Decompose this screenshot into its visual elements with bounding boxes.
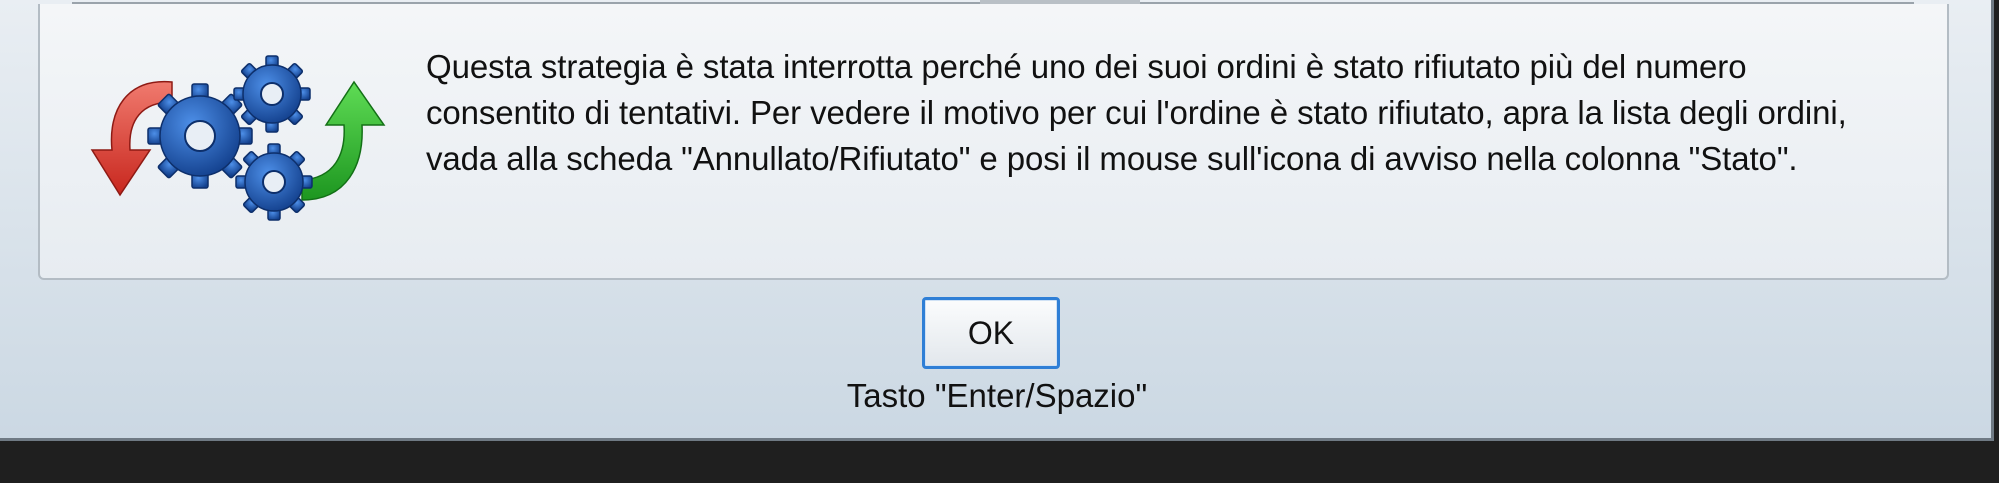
keyboard-hint: Tasto "Enter/Spazio" (846, 377, 1148, 414)
strategy-stopped-dialog: Questa strategia è stata interrotta perc… (0, 0, 1994, 441)
ok-button[interactable]: OK (922, 297, 1060, 369)
strategy-gears-restart-icon (90, 55, 386, 221)
message-text: Questa strategia è stata interrotta perc… (426, 48, 1847, 177)
